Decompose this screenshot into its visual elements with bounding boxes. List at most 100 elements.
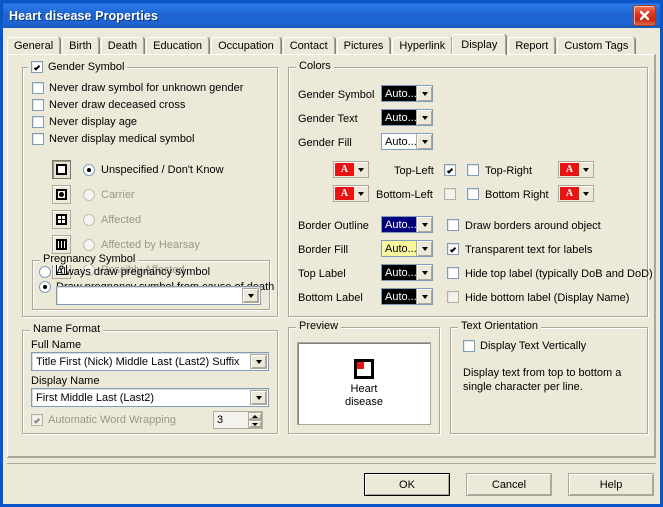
never-display-age-label: Never display age [49, 116, 138, 128]
tab-birth[interactable]: Birth [62, 37, 99, 54]
chevron-down-icon[interactable] [416, 289, 432, 304]
pregnancy-cause-combo[interactable] [56, 286, 261, 305]
symbol-row-affected-hearsay[interactable]: Affected by Hearsay [52, 235, 224, 254]
chevron-down-icon[interactable] [250, 390, 267, 405]
text-orientation-group: Text Orientation Display Text Vertically… [450, 321, 648, 434]
top-right-checkbox[interactable] [467, 164, 479, 176]
chevron-down-icon[interactable] [416, 110, 432, 125]
gender-text-color-combo[interactable]: Auto... [381, 109, 433, 126]
chevron-down-icon[interactable] [416, 86, 432, 101]
tab-contact[interactable]: Contact [282, 37, 335, 54]
square-dot-icon[interactable] [52, 185, 71, 204]
border-fill-combo[interactable]: Auto... [381, 240, 433, 257]
tab-general[interactable]: General [7, 37, 61, 54]
help-button[interactable]: Help [568, 473, 654, 496]
radio-unspecified[interactable] [83, 163, 95, 176]
chevron-down-icon[interactable] [250, 354, 267, 369]
chevron-down-icon[interactable] [416, 265, 432, 280]
stepper-down-icon[interactable] [248, 420, 262, 428]
pregnancy-always-row[interactable]: Always draw pregnancy symbol [39, 266, 274, 278]
stepper-buttons [248, 412, 262, 428]
radio-affected[interactable] [83, 213, 95, 226]
hide-top-label-checkbox[interactable] [447, 267, 459, 279]
border-outline-combo[interactable]: Auto... [381, 216, 433, 233]
tab-pictures[interactable]: Pictures [336, 37, 391, 54]
gender-symbol-legend: Gender Symbol [28, 60, 128, 73]
never-deceased-cross-checkbox[interactable] [32, 99, 44, 111]
top-label-combo[interactable]: Auto... [381, 264, 433, 281]
tab-hyperlink[interactable]: Hyperlink [392, 37, 453, 54]
display-vertically-row[interactable]: Display Text Vertically [463, 340, 586, 352]
display-name-value: First Middle Last (Last2) [36, 391, 154, 404]
tab-custom-tags[interactable]: Custom Tags [557, 37, 636, 54]
never-display-age-checkbox[interactable] [32, 116, 44, 128]
option-never-unknown-gender[interactable]: Never draw symbol for unknown gender [32, 82, 243, 94]
top-left-color-button[interactable]: A [333, 161, 369, 178]
full-name-value: Title First (Nick) Middle Last (Last2) S… [36, 355, 240, 368]
button-separator [7, 463, 656, 464]
bottom-left-checkbox[interactable] [444, 188, 456, 200]
chevron-down-icon[interactable] [416, 134, 432, 149]
colors-group: Colors Gender Symbol Auto... Gender Text… [288, 61, 653, 317]
tab-education[interactable]: Education [146, 37, 210, 54]
close-icon[interactable] [633, 5, 656, 26]
bottom-right-checkbox[interactable] [467, 188, 479, 200]
transparent-text-checkbox[interactable] [447, 243, 459, 255]
tab-occupation[interactable]: Occupation [211, 37, 281, 54]
square-empty-icon[interactable] [52, 160, 71, 179]
bottom-label-color-label: Bottom Label [298, 292, 363, 304]
gender-symbol-checkbox[interactable] [31, 61, 43, 73]
symbol-row-unspecified[interactable]: Unspecified / Don't Know [52, 160, 224, 179]
option-never-medical-symbol[interactable]: Never display medical symbol [32, 133, 243, 145]
never-medical-symbol-checkbox[interactable] [32, 133, 44, 145]
full-name-combo[interactable]: Title First (Nick) Middle Last (Last2) S… [31, 352, 269, 371]
chevron-down-icon[interactable] [242, 288, 259, 303]
bottom-label-combo[interactable]: Auto... [381, 288, 433, 305]
symbol-row-carrier[interactable]: Carrier [52, 185, 224, 204]
gender-fill-color-combo[interactable]: Auto... [381, 133, 433, 150]
square-bars-icon[interactable] [52, 235, 71, 254]
gender-symbol-legend-label: Gender Symbol [48, 60, 125, 73]
tab-death[interactable]: Death [100, 37, 145, 54]
display-name-combo[interactable]: First Middle Last (Last2) [31, 388, 269, 407]
label-carrier: Carrier [101, 188, 135, 201]
cancel-button[interactable]: Cancel [466, 473, 552, 496]
radio-carrier[interactable] [83, 188, 95, 201]
option-never-display-age[interactable]: Never display age [32, 116, 243, 128]
word-wrap-row[interactable]: Automatic Word Wrapping [31, 414, 176, 426]
display-vertically-checkbox[interactable] [463, 340, 475, 352]
radio-pregnancy-cause[interactable] [39, 281, 51, 293]
bottom-right-color-button[interactable]: A [558, 185, 594, 202]
gender-symbol-color-combo[interactable]: Auto... [381, 85, 433, 102]
never-unknown-gender-checkbox[interactable] [32, 82, 44, 94]
chevron-down-icon[interactable] [354, 162, 368, 177]
bottom-left-swatch-letter: A [335, 187, 354, 200]
ok-button[interactable]: OK [364, 473, 450, 496]
top-right-swatch-letter: A [560, 163, 579, 176]
chevron-down-icon[interactable] [579, 186, 593, 201]
bottom-left-label: Bottom-Left [376, 189, 433, 201]
tab-report[interactable]: Report [508, 37, 556, 54]
tab-display[interactable]: Display [452, 34, 507, 55]
symbol-row-affected[interactable]: Affected [52, 210, 224, 229]
top-right-color-button[interactable]: A [558, 161, 594, 178]
pregnancy-legend: Pregnancy Symbol [40, 254, 139, 265]
bottom-label-value: Auto... [385, 290, 416, 303]
word-wrap-checkbox[interactable] [31, 414, 43, 426]
radio-pregnancy-always[interactable] [39, 266, 51, 278]
bottom-left-color-button[interactable]: A [333, 185, 369, 202]
chevron-down-icon[interactable] [354, 186, 368, 201]
top-label-value: Auto... [385, 266, 416, 279]
top-left-checkbox[interactable] [444, 164, 456, 176]
word-wrap-stepper[interactable]: 3 [213, 411, 263, 429]
hide-bottom-label-checkbox[interactable] [447, 291, 459, 303]
draw-borders-checkbox[interactable] [447, 219, 459, 231]
chevron-down-icon[interactable] [416, 241, 432, 256]
chevron-down-icon[interactable] [579, 162, 593, 177]
square-quadrant-icon[interactable] [52, 210, 71, 229]
chevron-down-icon[interactable] [416, 217, 432, 232]
radio-affected-hearsay[interactable] [83, 238, 95, 251]
option-never-deceased-cross[interactable]: Never draw deceased cross [32, 99, 243, 111]
stepper-up-icon[interactable] [248, 412, 262, 420]
name-format-legend: Name Format [30, 324, 104, 335]
